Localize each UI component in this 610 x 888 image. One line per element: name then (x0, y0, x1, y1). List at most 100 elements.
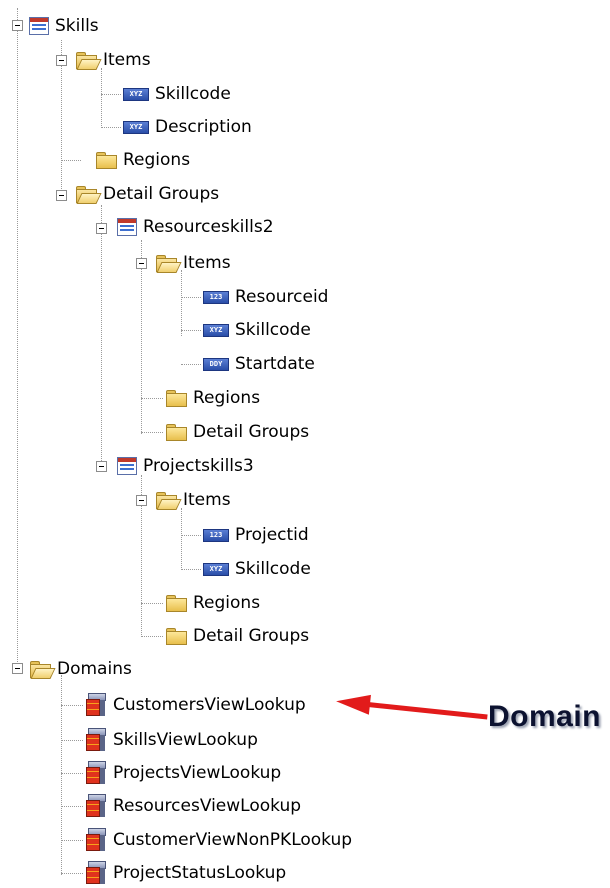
node-label: Regions (193, 593, 261, 613)
folder-icon (165, 594, 187, 612)
tree-node-items[interactable]: Items (75, 46, 151, 74)
node-label: Items (183, 490, 231, 510)
collapse-toggle-skills[interactable] (12, 20, 23, 31)
node-label: Description (155, 117, 252, 137)
tree-connector (61, 160, 81, 161)
node-label: SkillsViewLookup (113, 730, 258, 750)
node-label: ResourcesViewLookup (113, 796, 302, 816)
tree-connector (101, 127, 121, 128)
tree-node-resourceid[interactable]: 123 Resourceid (203, 283, 328, 311)
tree-node-projectstatuslookup[interactable]: ProjectStatusLookup (85, 859, 286, 887)
collapse-toggle-items[interactable] (136, 258, 147, 269)
node-label: Items (183, 253, 231, 273)
tree-node-customerviewnonpklookup[interactable]: CustomerViewNonPKLookup (85, 826, 352, 854)
tree-node-projectid[interactable]: 123 Projectid (203, 521, 309, 549)
object-tree: Skills Items XYZ Skillcode XYZ Descripti… (0, 0, 610, 888)
table-icon (117, 457, 137, 475)
node-label: ProjectsViewLookup (113, 763, 282, 783)
number-field-icon: 123 (203, 290, 229, 304)
tree-node-skillcode[interactable]: XYZ Skillcode (203, 316, 311, 344)
tree-connector (141, 432, 163, 433)
tree-connector (101, 68, 102, 128)
callout-label: Domain (488, 700, 602, 733)
node-label: CustomersViewLookup (113, 695, 306, 715)
node-label: Items (103, 50, 151, 70)
collapse-toggle-resourceskills2[interactable] (96, 223, 107, 234)
tree-node-items[interactable]: Items (155, 249, 231, 277)
node-label: Domains (57, 659, 132, 679)
node-label: Skillcode (235, 320, 311, 340)
lookup-domain-icon (85, 794, 107, 818)
lookup-domain-icon (85, 861, 107, 885)
tree-connector (181, 535, 201, 536)
tree-connector (181, 270, 182, 336)
tree-connector (61, 705, 83, 706)
tree-node-regions[interactable]: Regions (165, 384, 260, 412)
tree-connector (141, 398, 163, 399)
lookup-domain-icon (85, 761, 107, 785)
tree-node-detail-groups[interactable]: Detail Groups (165, 418, 309, 446)
node-label: Detail Groups (193, 422, 310, 442)
folder-icon (165, 423, 187, 441)
tree-connector (181, 569, 201, 570)
tree-node-detail-groups[interactable]: Detail Groups (75, 180, 219, 208)
tree-connector (181, 364, 201, 365)
tree-node-customersviewlookup[interactable]: CustomersViewLookup (85, 691, 306, 719)
lookup-domain-icon (85, 828, 107, 852)
folder-icon (165, 389, 187, 407)
tree-connector (181, 508, 182, 570)
tree-node-regions[interactable]: Regions (95, 146, 190, 174)
node-label: Skillcode (155, 84, 231, 104)
tree-connector (141, 636, 163, 637)
tree-node-skillsviewlookup[interactable]: SkillsViewLookup (85, 726, 258, 754)
tree-connector (141, 603, 163, 604)
node-label: Resourceid (235, 287, 329, 307)
tree-connector (17, 8, 18, 668)
tree-node-resourcesviewlookup[interactable]: ResourcesViewLookup (85, 792, 301, 820)
tree-node-skillcode[interactable]: XYZ Skillcode (203, 555, 311, 583)
lookup-domain-icon (85, 693, 107, 717)
node-label: Resourceskills2 (143, 217, 274, 237)
callout-arrow-head (335, 691, 371, 715)
tree-connector (181, 297, 201, 298)
table-icon (117, 218, 137, 236)
folder-icon (95, 151, 117, 169)
node-label: Regions (193, 388, 261, 408)
node-label: ProjectStatusLookup (113, 863, 287, 883)
collapse-toggle-detail-groups[interactable] (56, 190, 67, 201)
tree-node-skillcode[interactable]: XYZ Skillcode (123, 80, 231, 108)
tree-connector (61, 806, 83, 807)
node-label: Startdate (235, 354, 315, 374)
tree-node-detail-groups[interactable]: Detail Groups (165, 622, 309, 650)
tree-connector (141, 240, 142, 434)
tree-node-projectsviewlookup[interactable]: ProjectsViewLookup (85, 759, 281, 787)
tree-connector (101, 94, 121, 95)
text-field-icon: XYZ (203, 323, 229, 337)
tree-node-items[interactable]: Items (155, 486, 231, 514)
collapse-toggle-items[interactable] (56, 55, 67, 66)
text-field-icon: XYZ (123, 120, 149, 134)
tree-node-domains[interactable]: Domains (29, 655, 132, 683)
node-label: Projectskills3 (143, 456, 254, 476)
lookup-domain-icon (85, 728, 107, 752)
tree-node-skills[interactable]: Skills (29, 12, 99, 40)
tree-node-projectskills3[interactable]: Projectskills3 (117, 452, 254, 480)
tree-connector (101, 205, 102, 463)
collapse-toggle-items[interactable] (136, 495, 147, 506)
collapse-toggle-projectskills3[interactable] (96, 461, 107, 472)
tree-connector (61, 873, 83, 874)
tree-node-regions[interactable]: Regions (165, 589, 260, 617)
tree-node-description[interactable]: XYZ Description (123, 113, 252, 141)
folder-open-icon (155, 254, 182, 273)
tree-node-startdate[interactable]: DDY Startdate (203, 350, 315, 378)
node-label: Detail Groups (193, 626, 310, 646)
folder-open-icon (75, 185, 102, 204)
tree-connector (61, 740, 83, 741)
tree-connector (61, 773, 83, 774)
collapse-toggle-domains[interactable] (12, 663, 23, 674)
tree-connector (181, 330, 201, 331)
folder-icon (165, 627, 187, 645)
date-field-icon: DDY (203, 357, 229, 371)
tree-node-resourceskills2[interactable]: Resourceskills2 (117, 213, 274, 241)
node-label: Skillcode (235, 559, 311, 579)
